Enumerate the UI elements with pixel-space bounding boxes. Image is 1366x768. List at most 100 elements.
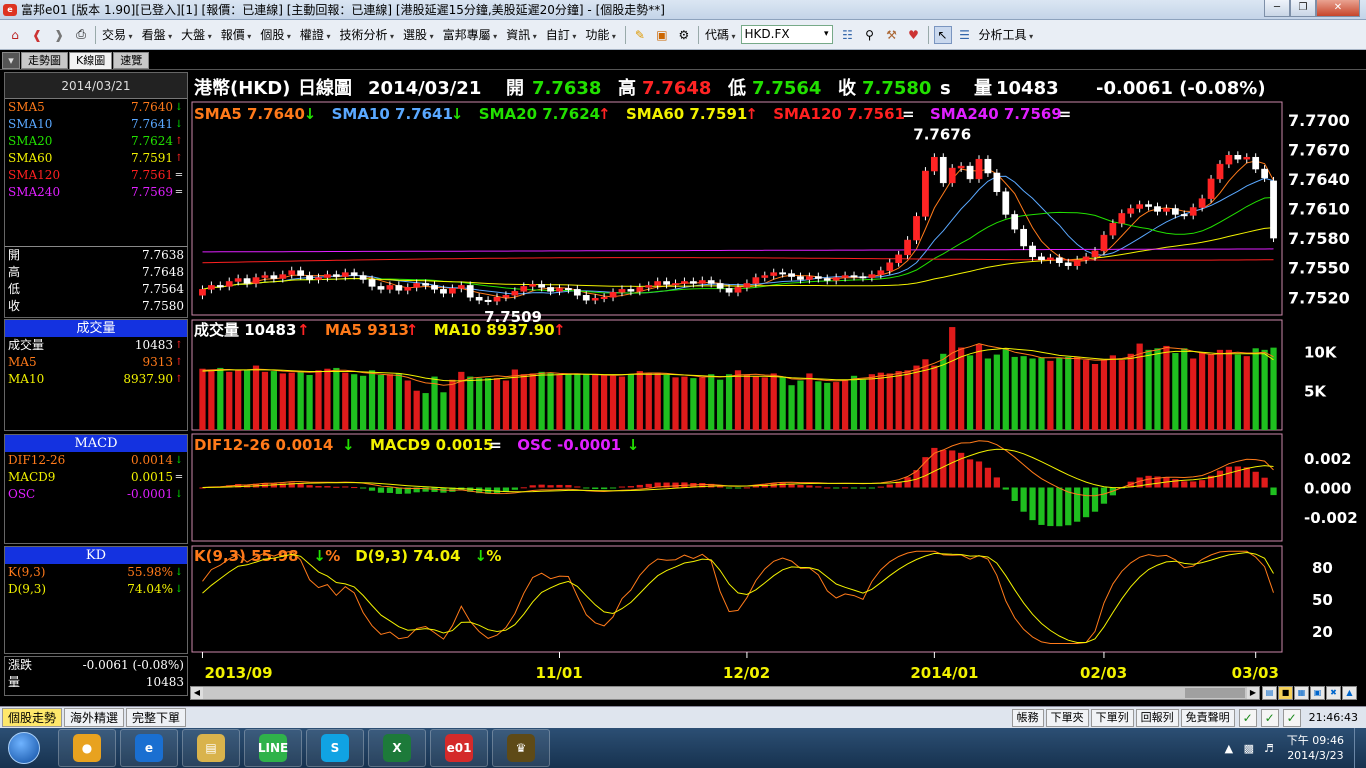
back-icon[interactable]: ❰ (28, 26, 46, 44)
tab-overview[interactable]: 速覽 (113, 52, 150, 69)
taskbar-crown[interactable]: ♛ (492, 729, 550, 767)
menu-item-10[interactable]: 自訂 (543, 28, 580, 42)
order-folder-button[interactable]: 下單夾 (1045, 708, 1089, 727)
menu-item-3[interactable]: 報價 (218, 28, 255, 42)
candle-body (806, 276, 813, 280)
menu-item-8[interactable]: 富邦專屬 (440, 28, 501, 42)
menu-item-7[interactable]: 選股 (400, 28, 437, 42)
analysis-icon[interactable]: ☰ (956, 26, 974, 44)
volume-bar (243, 370, 251, 430)
minimize-button[interactable]: ─ (1264, 0, 1290, 17)
indicator-value: 7.7624 (131, 134, 173, 148)
osc-bar (734, 487, 742, 489)
window-icon[interactable]: ▣ (1310, 686, 1325, 700)
macd-header: MACD (5, 435, 187, 452)
save-icon[interactable]: ▣ (653, 26, 671, 44)
maximize-button[interactable]: ❐ (1290, 0, 1316, 17)
menu-item-0[interactable]: 交易 (99, 28, 136, 42)
tab-full-order[interactable]: 完整下單 (126, 708, 187, 727)
horizontal-scrollbar[interactable]: ◀ ▶ (190, 686, 1260, 700)
volume-icon[interactable]: ♬ (1261, 742, 1277, 755)
menu-item-2[interactable]: 大盤 (178, 28, 215, 42)
instrument-name: 港幣(HKD) (194, 77, 290, 99)
tab-kline[interactable]: K線圖 (69, 52, 113, 69)
scroll-left-button[interactable]: ◀ (191, 687, 203, 699)
legend-arrow-icon: ↓ (627, 436, 640, 454)
menu-item-5[interactable]: 權證 (297, 28, 334, 42)
home-icon[interactable]: ⌂ (6, 26, 24, 44)
chart-canvas[interactable]: 港幣(HKD) 日線圖 2014/03/21 開 7.7638 高 7.7648… (190, 72, 1362, 686)
taskbar-excel[interactable]: X (368, 729, 426, 767)
volume-bar (690, 378, 697, 430)
volume-bar (761, 377, 768, 430)
menu-item-6[interactable]: 技術分析 (336, 28, 397, 42)
scroll-thumb[interactable] (1185, 688, 1245, 698)
expand-icon[interactable]: ▲ (1342, 686, 1357, 700)
alert-icon[interactable]: ♥ (905, 26, 923, 44)
indicator-value: 9313 (142, 355, 173, 369)
tools-icon[interactable]: ⚒ (883, 26, 901, 44)
analysis-tools-menu[interactable]: 分析工具 (976, 26, 1037, 43)
volume-bar (502, 380, 510, 430)
close-button[interactable]: ✕ (1316, 0, 1360, 17)
quote-icon[interactable]: ☷ (839, 26, 857, 44)
taskbar-ie[interactable]: e (120, 729, 178, 767)
menu-item-9[interactable]: 資訊 (503, 28, 540, 42)
print-icon[interactable]: ⎙ (72, 26, 90, 44)
legend-arrow-icon: ↑ (297, 321, 310, 339)
taskbar-line[interactable]: LINE (244, 729, 302, 767)
volume-box: 成交量 成交量 10483 ↑ MA5 9313 ↑ MA10 8937.90 ↑ (4, 319, 188, 431)
search-icon[interactable]: ⚲ (861, 26, 879, 44)
candle-body (368, 279, 376, 287)
menu-item-4[interactable]: 個股 (257, 28, 294, 42)
network-icon[interactable]: ▩ (1241, 742, 1257, 755)
taskbar-explorer[interactable]: ▤ (182, 729, 240, 767)
osc-bar (1234, 466, 1241, 488)
legend-label: MA5 9313 (325, 321, 409, 339)
tab-stock-trend[interactable]: 個股走勢 (2, 708, 63, 727)
candle-body (1243, 156, 1251, 160)
lock-icon[interactable]: ■ (1278, 686, 1293, 700)
start-button[interactable] (0, 728, 48, 768)
candle-body (770, 272, 778, 276)
settings-icon[interactable]: ⚙ (675, 26, 693, 44)
tray-arrow-icon[interactable]: ▲ (1221, 742, 1237, 755)
candle-body (395, 285, 403, 291)
kline-chart[interactable]: 港幣(HKD) 日線圖 2014/03/21 開 7.7638 高 7.7648… (190, 72, 1362, 700)
taskbar-chrome[interactable]: ● (58, 729, 116, 767)
tab-overseas[interactable]: 海外精選 (64, 708, 125, 727)
collapse-button[interactable]: ▾ (2, 52, 20, 69)
indicator-name: 低 (8, 282, 21, 296)
scroll-right-button[interactable]: ▶ (1247, 687, 1259, 699)
trend-arrow-icon: ↓ (174, 567, 184, 578)
candle-body (1171, 208, 1179, 215)
grid-icon[interactable]: ▦ (1294, 686, 1309, 700)
show-desktop-button[interactable] (1354, 728, 1366, 768)
forward-icon[interactable]: ❱ (50, 26, 68, 44)
candle-body (270, 275, 278, 279)
zoom-chart-icon[interactable]: ▤ (1262, 686, 1277, 700)
trend-arrow-icon: ↑ (174, 153, 184, 164)
taskbar-skype[interactable]: S (306, 729, 364, 767)
taskbar-e01[interactable]: e01 (430, 729, 488, 767)
tab-trend[interactable]: 走勢圖 (21, 52, 68, 69)
indicator-name: SMA60 (8, 151, 53, 165)
disclaimer-button[interactable]: 免責聲明 (1180, 708, 1235, 727)
title-bar[interactable]: e 富邦e01 [版本 1.90][已登入][1] [報價：已連線] [主動回報… (0, 0, 1366, 20)
check-icon[interactable]: ✓ (1238, 708, 1257, 727)
period-label: 日線圖 (298, 77, 352, 99)
accounts-button[interactable]: 帳務 (1011, 708, 1044, 727)
check-icon[interactable]: ✓ (1260, 708, 1279, 727)
cross-icon[interactable]: ✖ (1326, 686, 1341, 700)
legend-arrow-icon: ↓ (451, 105, 464, 123)
menu-item-11[interactable]: 功能 (582, 28, 619, 42)
report-row-button[interactable]: 回報列 (1135, 708, 1179, 727)
check-icon[interactable]: ✓ (1282, 708, 1301, 727)
candle-body (939, 156, 947, 184)
code-input[interactable]: HKD.FX (740, 25, 833, 44)
cursor-icon[interactable]: ↖ (933, 25, 952, 44)
tray-clock[interactable]: 下午 09:46 2014/3/23 (1287, 733, 1344, 763)
menu-item-1[interactable]: 看盤 (139, 28, 176, 42)
order-row-button[interactable]: 下單列 (1090, 708, 1134, 727)
pencil-icon[interactable]: ✎ (631, 26, 649, 44)
